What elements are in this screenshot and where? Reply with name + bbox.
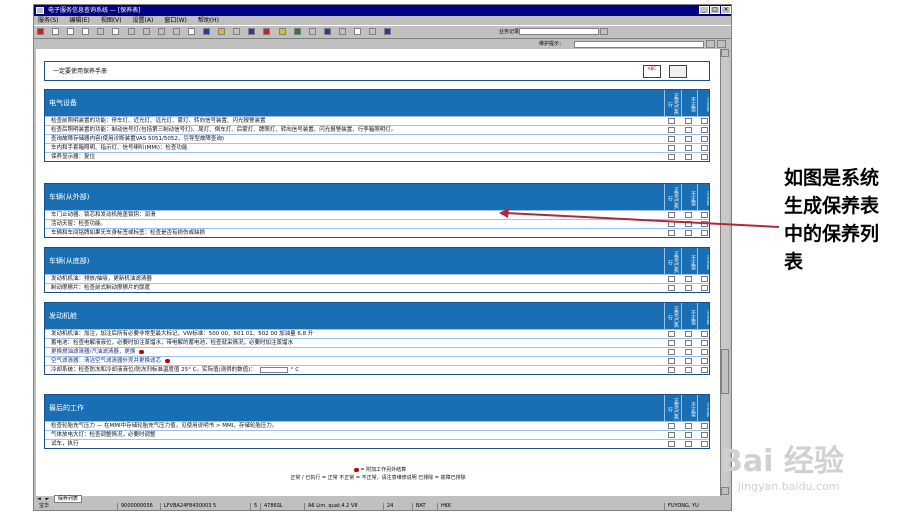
watermark: Bai 经验 jingyan.baidu.com <box>720 436 860 500</box>
annotation-text: 如图是系统生成保养表中的保养列表 <box>784 167 880 273</box>
arrow-head <box>499 208 509 218</box>
arrow-line <box>505 212 780 228</box>
watermark-url: jingyan.baidu.com <box>738 480 840 493</box>
watermark-logo: Bai 经验 <box>720 444 844 479</box>
